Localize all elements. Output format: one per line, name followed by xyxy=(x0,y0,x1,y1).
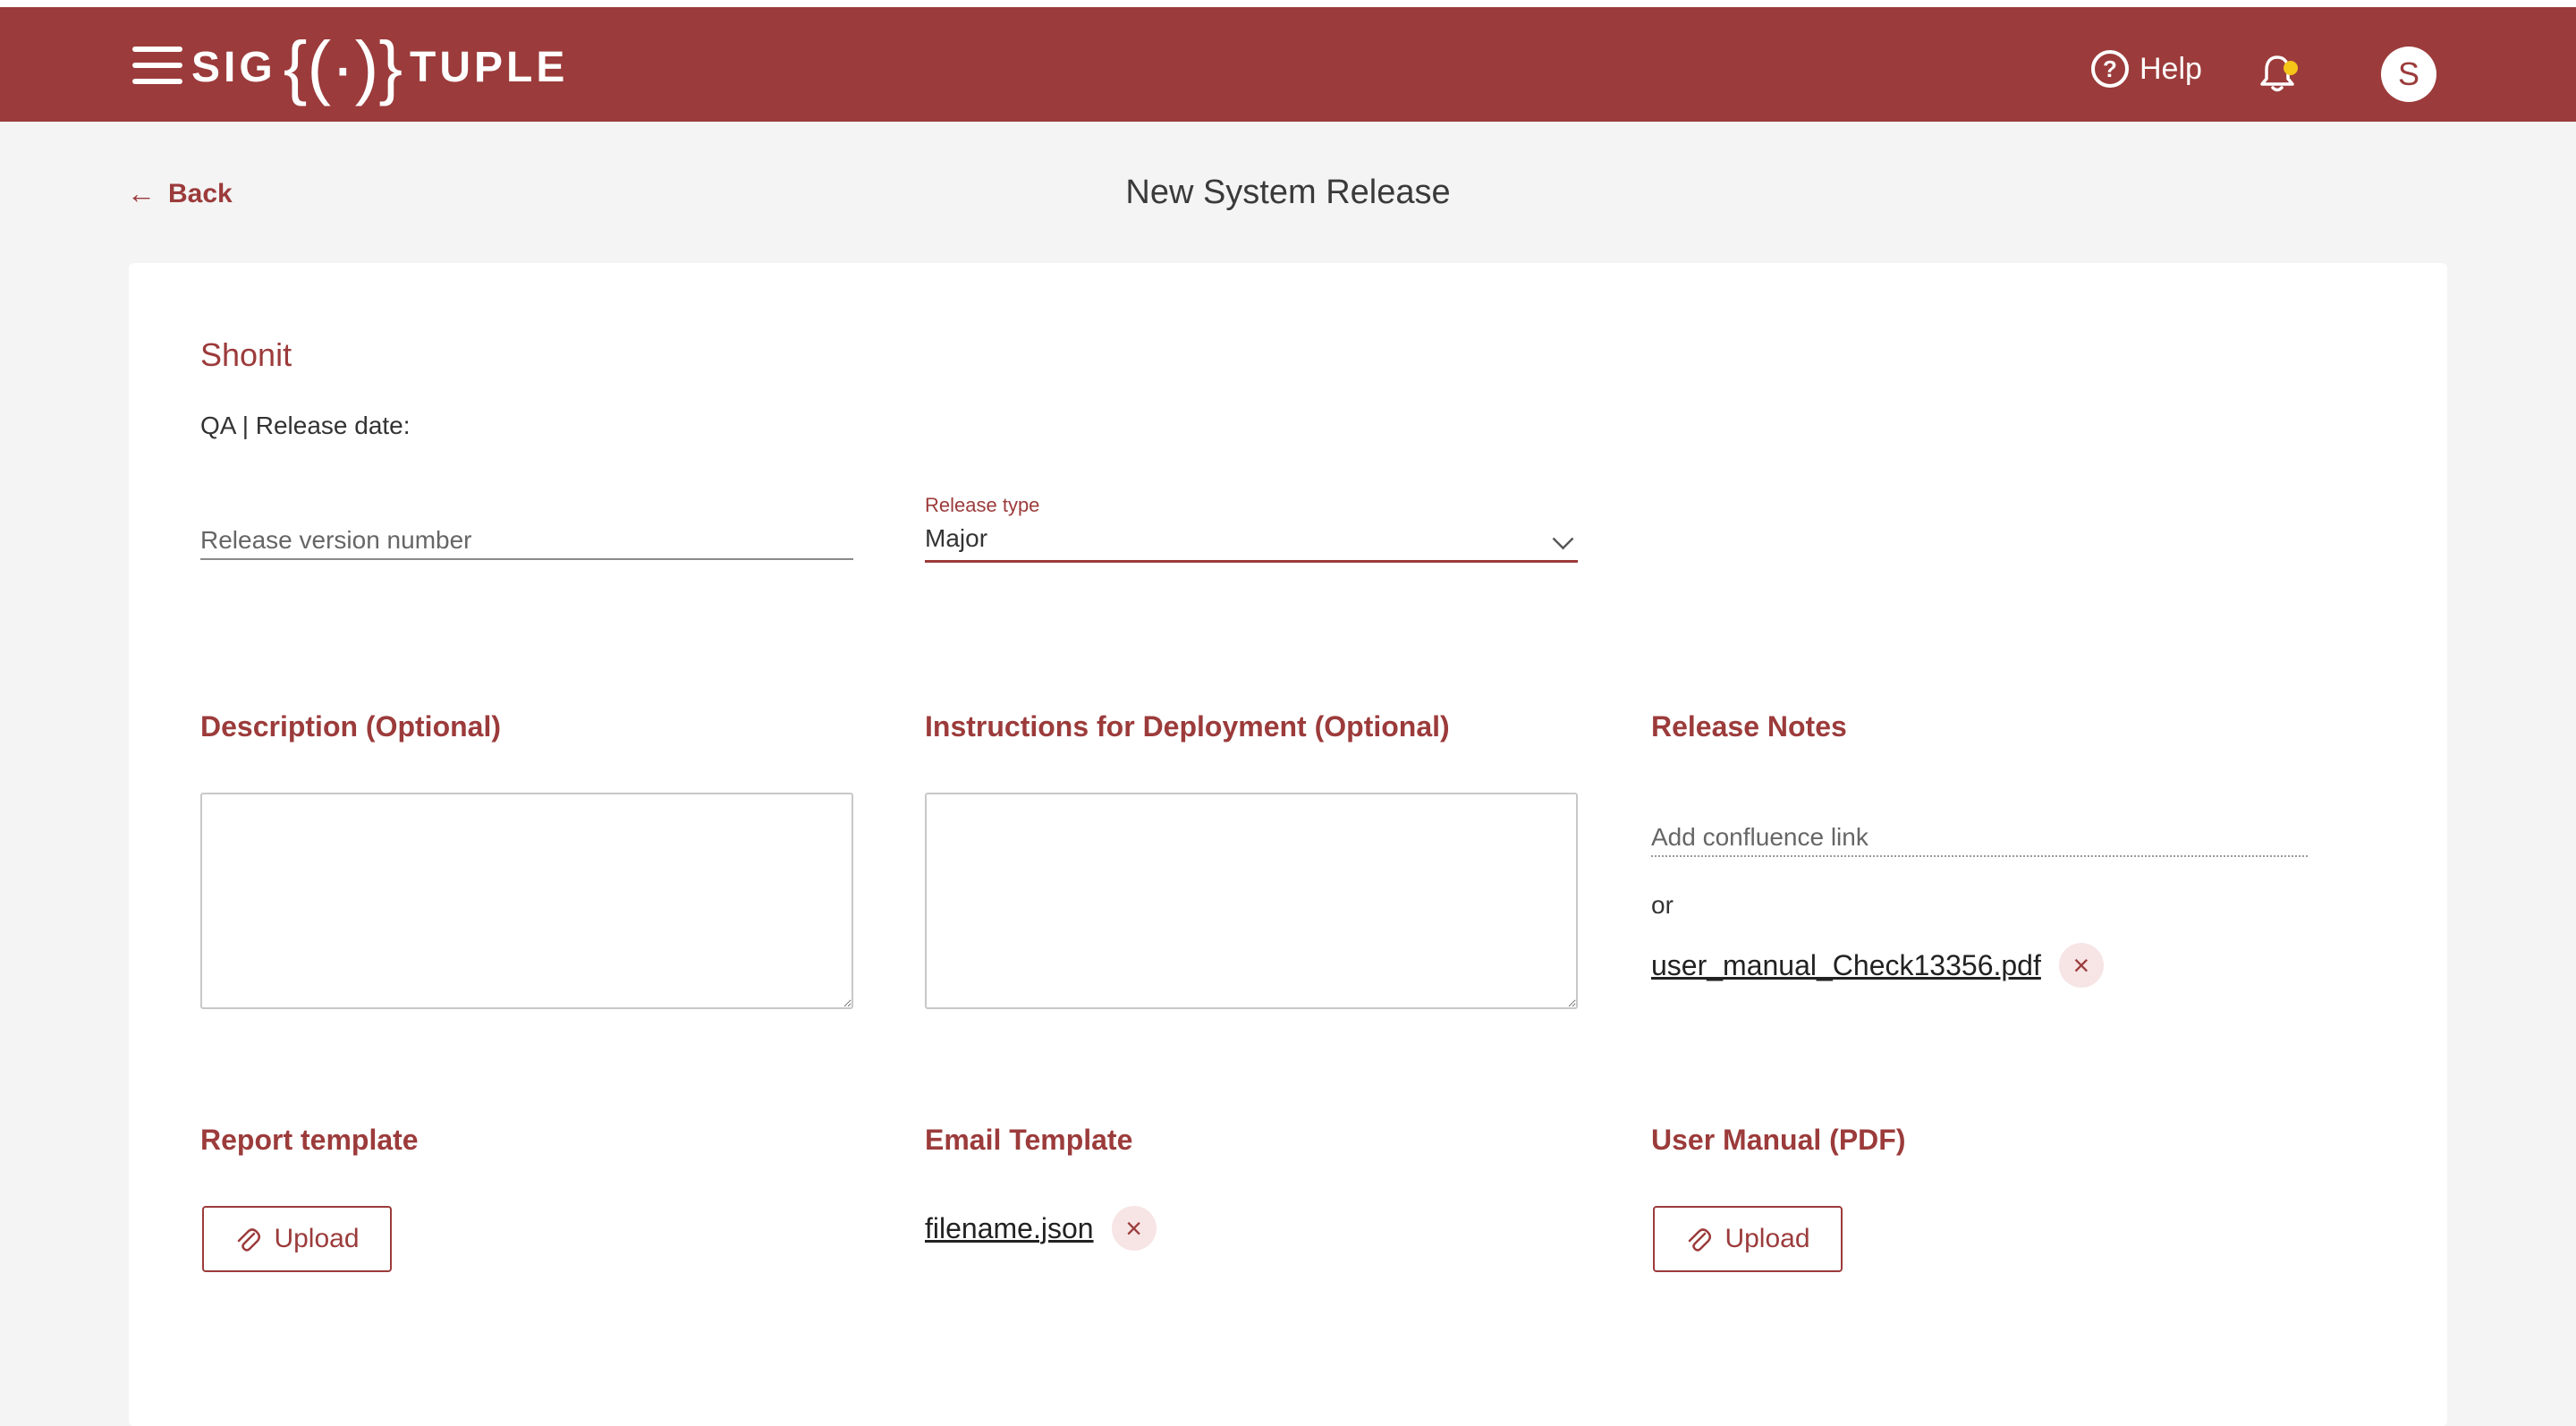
product-name: Shonit xyxy=(200,336,292,373)
confluence-link-field xyxy=(1651,819,2308,857)
email-template-file: filename.json × xyxy=(925,1206,1157,1251)
upload-label: Upload xyxy=(274,1224,360,1253)
top-edge xyxy=(0,0,2576,7)
paperclip-icon xyxy=(234,1226,261,1252)
paperclip-icon xyxy=(1685,1226,1712,1252)
release-form-card: Shonit QA | Release date: Release type M… xyxy=(129,263,2447,1426)
logo: SIG {(·)} TUPLE xyxy=(191,18,568,116)
email-template-label: Email Template xyxy=(925,1124,1133,1156)
chevron-down-icon xyxy=(1552,528,1574,550)
email-template-file-link[interactable]: filename.json xyxy=(925,1212,1094,1245)
upload-label: Upload xyxy=(1724,1224,1810,1253)
notification-dot xyxy=(2284,61,2298,75)
release-type-select[interactable]: Major xyxy=(925,524,1578,563)
logo-text-left: SIG xyxy=(191,43,276,91)
instructions-label: Instructions for Deployment (Optional) xyxy=(925,710,1450,743)
logo-text-right: TUPLE xyxy=(410,43,569,91)
help-icon: ? xyxy=(2091,50,2129,88)
close-icon[interactable]: × xyxy=(2058,943,2104,988)
menu-icon[interactable] xyxy=(132,47,182,86)
release-type-label: Release type xyxy=(925,494,1040,516)
user-manual-label: User Manual (PDF) xyxy=(1651,1124,1906,1156)
release-type-value: Major xyxy=(925,524,988,552)
description-textarea[interactable] xyxy=(200,793,853,1009)
release-notes-label: Release Notes xyxy=(1651,710,1847,743)
help-label: Help xyxy=(2140,51,2202,86)
avatar[interactable]: S xyxy=(2381,47,2436,102)
user-manual-upload-button[interactable]: Upload xyxy=(1653,1206,1843,1272)
release-notes-file: user_manual_Check13356.pdf × xyxy=(1651,943,2104,988)
report-template-label: Report template xyxy=(200,1124,419,1156)
notification-button[interactable] xyxy=(2259,54,2298,93)
close-icon[interactable]: × xyxy=(1111,1206,1157,1251)
page-title: New System Release xyxy=(1125,174,1451,211)
report-template-upload-button[interactable]: Upload xyxy=(202,1206,392,1272)
description-label: Description (Optional) xyxy=(200,710,501,743)
instructions-textarea[interactable] xyxy=(925,793,1578,1009)
release-meta: QA | Release date: xyxy=(200,412,411,439)
app-header: SIG {(·)} TUPLE ? Help S xyxy=(0,7,2576,122)
help-button[interactable]: ? Help xyxy=(2091,50,2202,88)
logo-mark: {(·)} xyxy=(283,27,403,106)
release-version-input[interactable] xyxy=(200,522,853,558)
version-field xyxy=(200,522,853,560)
release-notes-file-link[interactable]: user_manual_Check13356.pdf xyxy=(1651,949,2041,982)
or-separator: or xyxy=(1651,891,1674,919)
confluence-link-input[interactable] xyxy=(1651,819,2308,855)
